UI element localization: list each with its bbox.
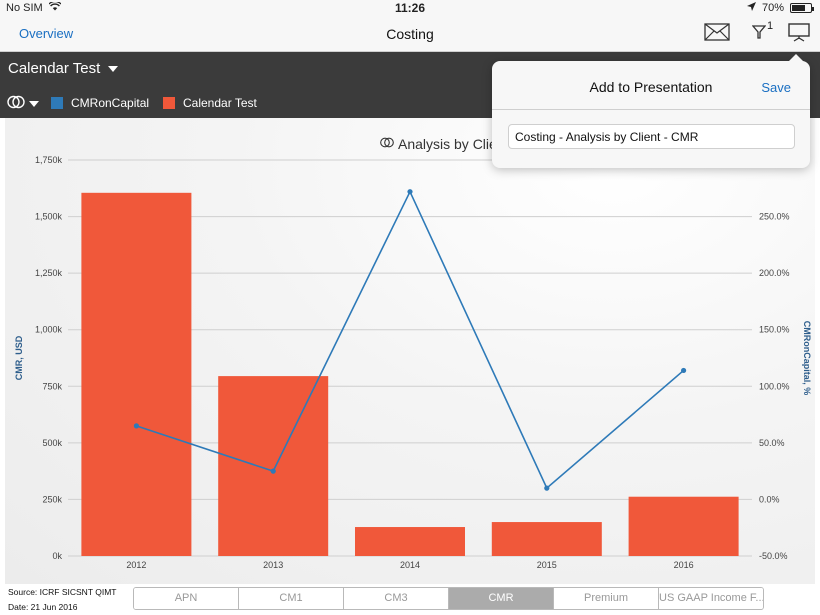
chart-area — [5, 118, 815, 584]
chart-type-chooser[interactable] — [7, 94, 39, 113]
tab-premium[interactable]: Premium — [554, 588, 659, 609]
source-label: Source: ICRF SICSNT QIMT — [8, 587, 117, 597]
filter-count-badge: 1 — [767, 20, 774, 32]
battery-icon — [790, 3, 814, 13]
tab-us-gaap-income[interactable]: US GAAP Income F... — [659, 588, 763, 609]
legend-swatch — [163, 97, 175, 109]
tab-cmr[interactable]: CMR — [449, 588, 554, 609]
legend-label: CMRonCapital — [71, 96, 150, 110]
chevron-down-icon — [29, 100, 39, 107]
add-to-presentation-popover: Add to Presentation Save — [492, 54, 810, 168]
footer: Source: ICRF SICSNT QIMT Date: 21 Jun 20… — [0, 584, 820, 615]
navigation-bar: Overview Costing 1 — [0, 16, 820, 52]
location-icon — [746, 2, 756, 14]
tab-cm3[interactable]: CM3 — [344, 588, 449, 609]
legend-item-cmroncapital[interactable]: CMRonCapital — [51, 96, 149, 110]
overlap-circles-icon — [380, 136, 394, 152]
presentation-icon[interactable] — [788, 22, 810, 47]
mail-icon[interactable] — [704, 23, 730, 46]
chart-title-text: Analysis by Clie — [398, 136, 497, 152]
tab-apn[interactable]: APN — [134, 588, 239, 609]
status-time: 11:26 — [394, 1, 426, 15]
overlap-circles-icon — [7, 94, 25, 113]
date-label: Date: 21 Jun 2016 — [8, 602, 78, 612]
legend-item-calendar-test[interactable]: Calendar Test — [163, 96, 257, 110]
save-button[interactable]: Save — [761, 80, 791, 95]
chevron-down-icon — [108, 65, 119, 72]
legend-swatch — [51, 97, 63, 109]
tab-cm1[interactable]: CM1 — [239, 588, 344, 609]
legend-label: Calendar Test — [183, 96, 257, 110]
battery-percent: 70% — [761, 2, 784, 14]
status-bar: No SIM 11:26 70% — [0, 0, 820, 16]
filter-icon[interactable]: 1 — [751, 20, 773, 45]
presentation-name-input[interactable] — [508, 124, 795, 149]
report-selector-label: Calendar Test — [8, 60, 101, 77]
measure-tabs: APN CM1 CM3 CMR Premium US GAAP Income F… — [133, 587, 764, 610]
report-selector-dropdown[interactable]: Calendar Test — [8, 60, 119, 77]
page-title: Costing — [386, 26, 434, 42]
popover-header: Add to Presentation Save — [492, 61, 810, 110]
chart-title: Analysis by Clie — [380, 136, 497, 152]
